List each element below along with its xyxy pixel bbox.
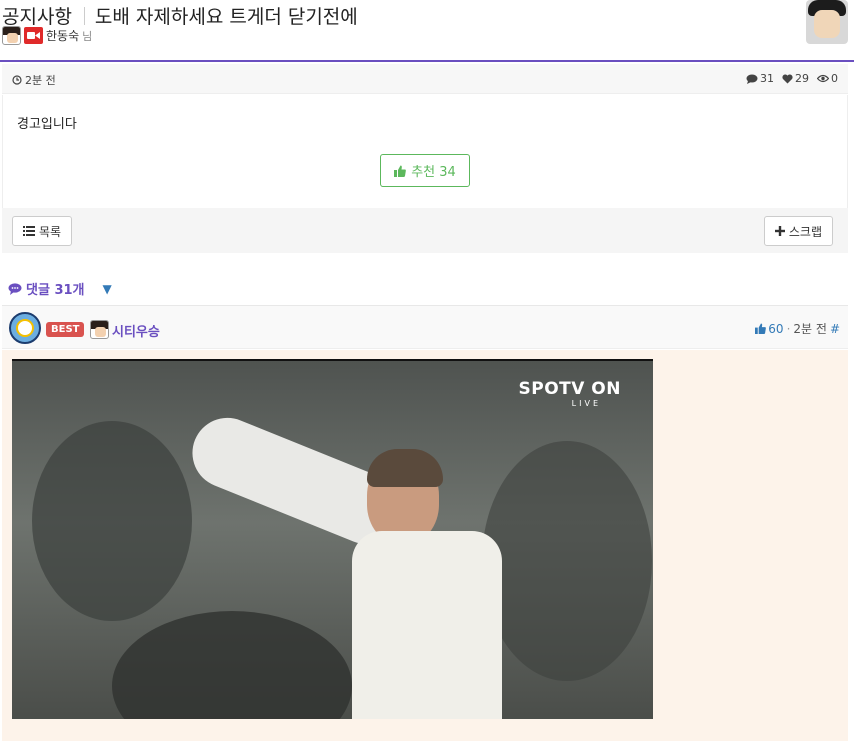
post-body: 경고입니다: [17, 117, 77, 132]
comments-header: 댓글 31개 ▼: [8, 279, 112, 298]
post-content: 경고입니다 추천 34: [2, 95, 848, 208]
thumbs-up-icon: [755, 323, 767, 334]
post-time: 2분 전: [12, 72, 56, 88]
view-count-text: 0: [831, 72, 838, 85]
post-header: 공지사항 도배 자제하세요 트게더 닫기전에 한동숙 님: [0, 0, 854, 62]
commenter-name[interactable]: 시티우승: [112, 321, 160, 340]
recommend-button[interactable]: 추천 34: [380, 154, 470, 187]
author-name[interactable]: 한동숙: [46, 27, 79, 44]
gif-shirt-shape: [352, 531, 502, 719]
comments-count-label: 댓글 31개: [26, 283, 85, 298]
comment-icon: [746, 74, 758, 84]
thumbs-up-icon: [394, 165, 407, 177]
comment-body: SPOTV ON LIVE: [2, 350, 848, 741]
scrap-button[interactable]: 스크랩: [763, 216, 833, 246]
plus-icon: [774, 226, 785, 236]
commenter-avatar-icon: [90, 320, 109, 339]
comment-header: BEST 시티우승 60 · 2분 전 #: [2, 305, 848, 349]
list-button[interactable]: 목록: [12, 216, 73, 246]
comment-count-text: 31: [760, 72, 774, 85]
like-count-text: 29: [795, 72, 809, 85]
gif-crowd-shape: [482, 441, 652, 681]
post-meta-bar: 2분 전 31 29 0: [2, 64, 848, 94]
author-avatar-icon: [2, 26, 21, 45]
post-stats: 31 29 0: [742, 72, 838, 85]
author-row: 한동숙 님: [2, 26, 92, 45]
comment-gif-image[interactable]: SPOTV ON LIVE: [12, 359, 653, 719]
eye-icon: [817, 74, 829, 83]
scrap-button-label: 스크랩: [788, 224, 822, 239]
clock-icon: [12, 75, 22, 85]
post-title: 도배 자제하세요 트게더 닫기전에: [94, 6, 358, 28]
broadcast-watermark: SPOTV ON: [518, 379, 621, 399]
title-divider: [83, 6, 85, 25]
club-logo-icon: [9, 312, 41, 344]
comment-like-count: 60: [768, 321, 784, 336]
speech-bubble-icon: [8, 282, 22, 295]
comments-toggle[interactable]: ▼: [103, 282, 112, 296]
post-actions: 목록 스크랩: [2, 208, 848, 253]
comment-time: 2분 전: [793, 322, 827, 336]
meta-separator: ·: [786, 321, 791, 336]
view-count: 0: [817, 72, 838, 85]
comment-permalink[interactable]: #: [830, 322, 840, 336]
best-badge: BEST: [46, 322, 85, 337]
author-suffix: 님: [82, 29, 93, 43]
recommend-label: 추천 34: [411, 165, 456, 180]
like-count: 29: [782, 72, 809, 85]
broadcast-live-label: LIVE: [571, 399, 601, 408]
post-time-text: 2분 전: [25, 74, 56, 87]
gif-crowd-shape: [32, 421, 192, 621]
comment-count: 31: [746, 72, 774, 85]
post-category[interactable]: 공지사항: [2, 2, 72, 29]
list-icon: [23, 226, 35, 236]
video-camera-icon: [24, 27, 43, 44]
title-row: 공지사항 도배 자제하세요 트게더 닫기전에: [2, 2, 358, 29]
list-button-label: 목록: [39, 224, 62, 239]
heart-icon: [782, 73, 793, 83]
comment-like[interactable]: 60: [755, 321, 784, 336]
gif-hair-shape: [367, 449, 443, 487]
comment-meta: 60 · 2분 전 #: [755, 320, 840, 337]
profile-avatar[interactable]: [806, 0, 848, 44]
